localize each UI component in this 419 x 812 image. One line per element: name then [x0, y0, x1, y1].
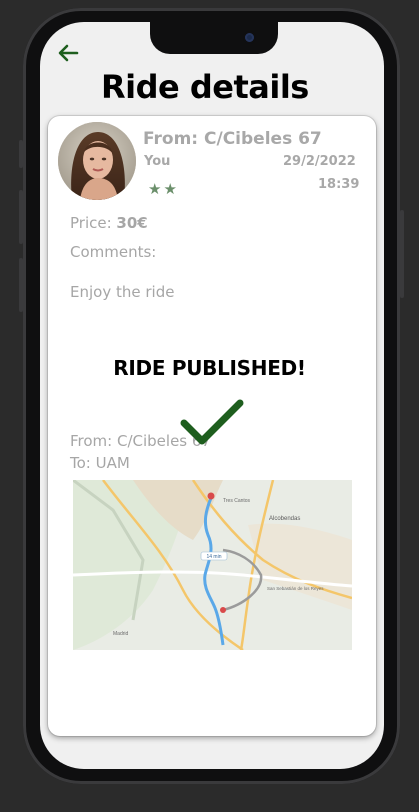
map-place-label: Madrid — [113, 631, 129, 637]
back-button[interactable] — [57, 43, 79, 63]
phone-side-button — [400, 210, 404, 298]
avatar — [58, 122, 136, 200]
phone-side-button — [19, 258, 23, 312]
notch — [150, 20, 278, 54]
ride-origin-title: From: C/Cibeles 67 — [143, 129, 322, 149]
ride-time: 18:39 — [318, 177, 360, 192]
map-place-label: Alcobendas — [269, 516, 300, 522]
comments-text: Enjoy the ride — [70, 283, 175, 301]
driver-name: You — [144, 154, 171, 169]
route-to: To: UAM — [70, 454, 130, 472]
price-value: 30€ — [116, 214, 148, 232]
comments-label: Comments: — [70, 243, 157, 261]
phone-side-button — [19, 190, 23, 244]
camera — [245, 33, 254, 42]
price-row: Price: 30€ — [70, 214, 148, 232]
checkmark-icon — [180, 399, 244, 445]
map-place-label: Tres Cantos — [223, 498, 251, 504]
ride-published-message: RIDE PUBLISHED! — [113, 356, 306, 380]
phone-side-button — [19, 140, 23, 168]
page-title: Ride details — [101, 68, 309, 106]
ride-date: 29/2/2022 — [283, 154, 356, 169]
price-label: Price: — [70, 214, 117, 232]
map-duration-label: 14 min — [206, 554, 221, 560]
route-map[interactable]: 14 min Tres Cantos Alcobendas San Sebast… — [73, 480, 352, 650]
rating-stars: ★★ — [148, 180, 179, 198]
arrow-left-icon — [58, 44, 79, 62]
map-place-label: San Sebastián de los Reyes — [267, 586, 324, 591]
